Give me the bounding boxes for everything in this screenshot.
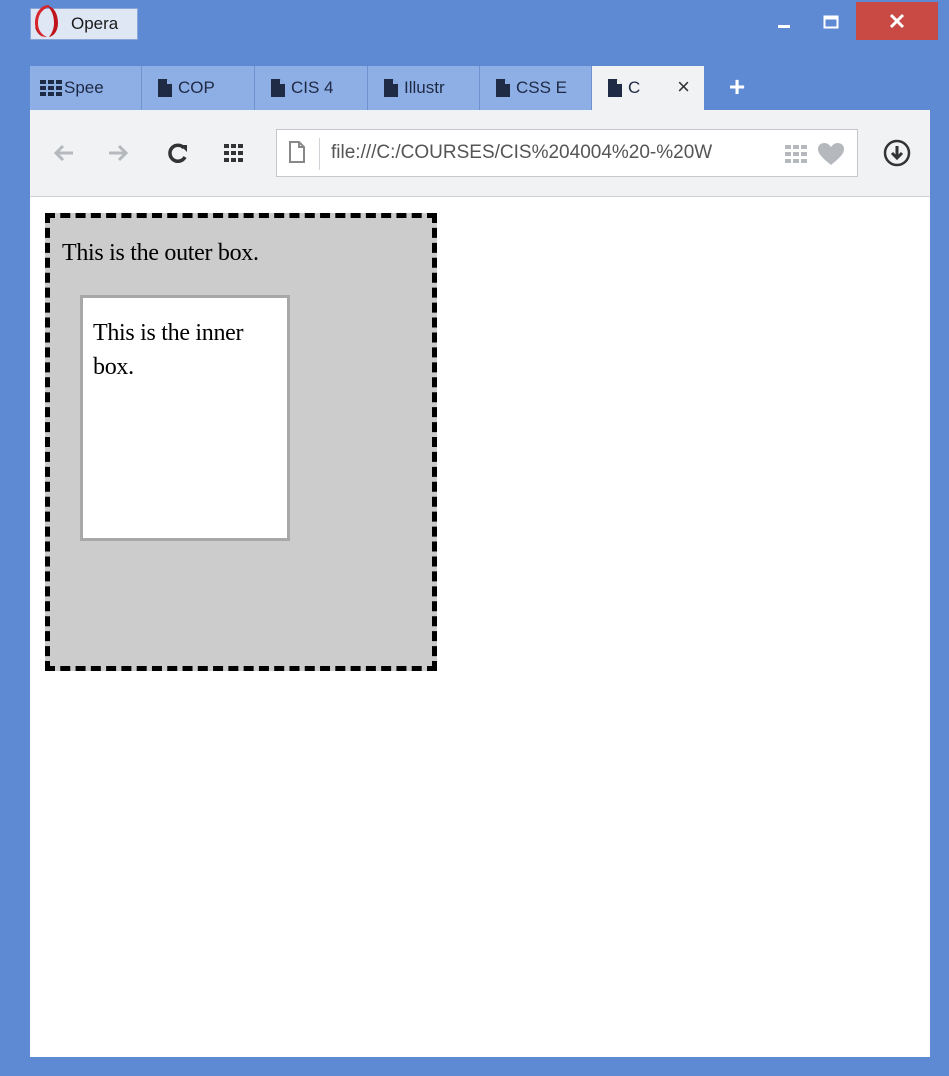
page-icon	[384, 79, 398, 97]
speed-dial-icon	[40, 80, 62, 96]
tab-label: CIS 4	[291, 78, 334, 97]
opera-menu-button[interactable]: Opera	[30, 5, 138, 40]
inner-box: This is the inner box.	[80, 295, 290, 541]
navigation-toolbar: file:///C:/COURSES/CIS%204004%20-%20W	[30, 110, 930, 197]
arrow-left-icon	[53, 144, 73, 162]
address-bar[interactable]: file:///C:/COURSES/CIS%204004%20-%20W	[276, 129, 858, 177]
page-icon	[158, 79, 172, 97]
tab-label: Illustr	[404, 78, 445, 97]
reload-button[interactable]	[164, 139, 192, 167]
close-icon	[889, 13, 905, 29]
page-viewport: This is the outer box. This is the inner…	[30, 197, 930, 1057]
minimize-icon	[778, 25, 790, 28]
outer-box-text: This is the outer box.	[62, 240, 259, 266]
tab-strip: Spee COP CIS 4 Illustr CSS E C × +	[30, 66, 930, 110]
tab-active[interactable]: C ×	[592, 66, 704, 110]
opera-menu-label: Opera	[71, 14, 119, 33]
maximize-icon	[823, 15, 839, 29]
tab-cis[interactable]: CIS 4	[255, 66, 368, 110]
speed-dial-add-icon[interactable]	[785, 145, 807, 163]
inner-box-text: This is the inner box.	[93, 320, 244, 380]
heart-icon[interactable]	[817, 142, 845, 166]
download-icon[interactable]	[882, 138, 912, 168]
tab-label: COP	[178, 78, 215, 97]
address-separator	[319, 138, 320, 170]
url-text[interactable]: file:///C:/COURSES/CIS%204004%20-%20W	[331, 142, 783, 164]
tab-label: Spee	[64, 78, 104, 97]
speed-dial-icon	[224, 144, 243, 162]
speed-dial-button[interactable]	[220, 139, 248, 167]
tab-cop[interactable]: COP	[142, 66, 255, 110]
tab-speed-dial[interactable]: Spee	[30, 66, 142, 110]
tab-illustrations[interactable]: Illustr	[368, 66, 480, 110]
tab-css[interactable]: CSS E	[480, 66, 592, 110]
page-icon	[289, 141, 305, 163]
back-button[interactable]	[50, 139, 78, 167]
browser-window: Opera Spee COP CIS 4 Illustr CSS E C × +…	[0, 0, 949, 1076]
maximize-button[interactable]	[808, 0, 854, 44]
page-icon	[496, 79, 510, 97]
tab-label: CSS E	[516, 78, 568, 97]
outer-box: This is the outer box. This is the inner…	[45, 213, 437, 671]
page-icon	[271, 79, 285, 97]
title-bar: Opera	[0, 0, 949, 64]
reload-icon	[168, 143, 187, 163]
tab-close-icon[interactable]: ×	[677, 75, 690, 99]
minimize-button[interactable]	[760, 0, 808, 44]
page-icon	[608, 79, 622, 97]
opera-logo-icon	[35, 5, 58, 38]
arrow-right-icon	[109, 144, 129, 162]
close-window-button[interactable]	[856, 2, 938, 40]
new-tab-button[interactable]: +	[720, 72, 754, 104]
forward-button[interactable]	[104, 139, 132, 167]
